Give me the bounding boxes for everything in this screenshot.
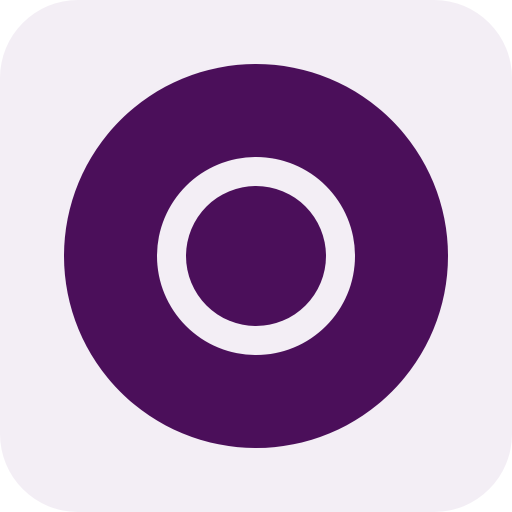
app-icon-tile xyxy=(0,0,512,512)
center-dot xyxy=(186,186,326,326)
